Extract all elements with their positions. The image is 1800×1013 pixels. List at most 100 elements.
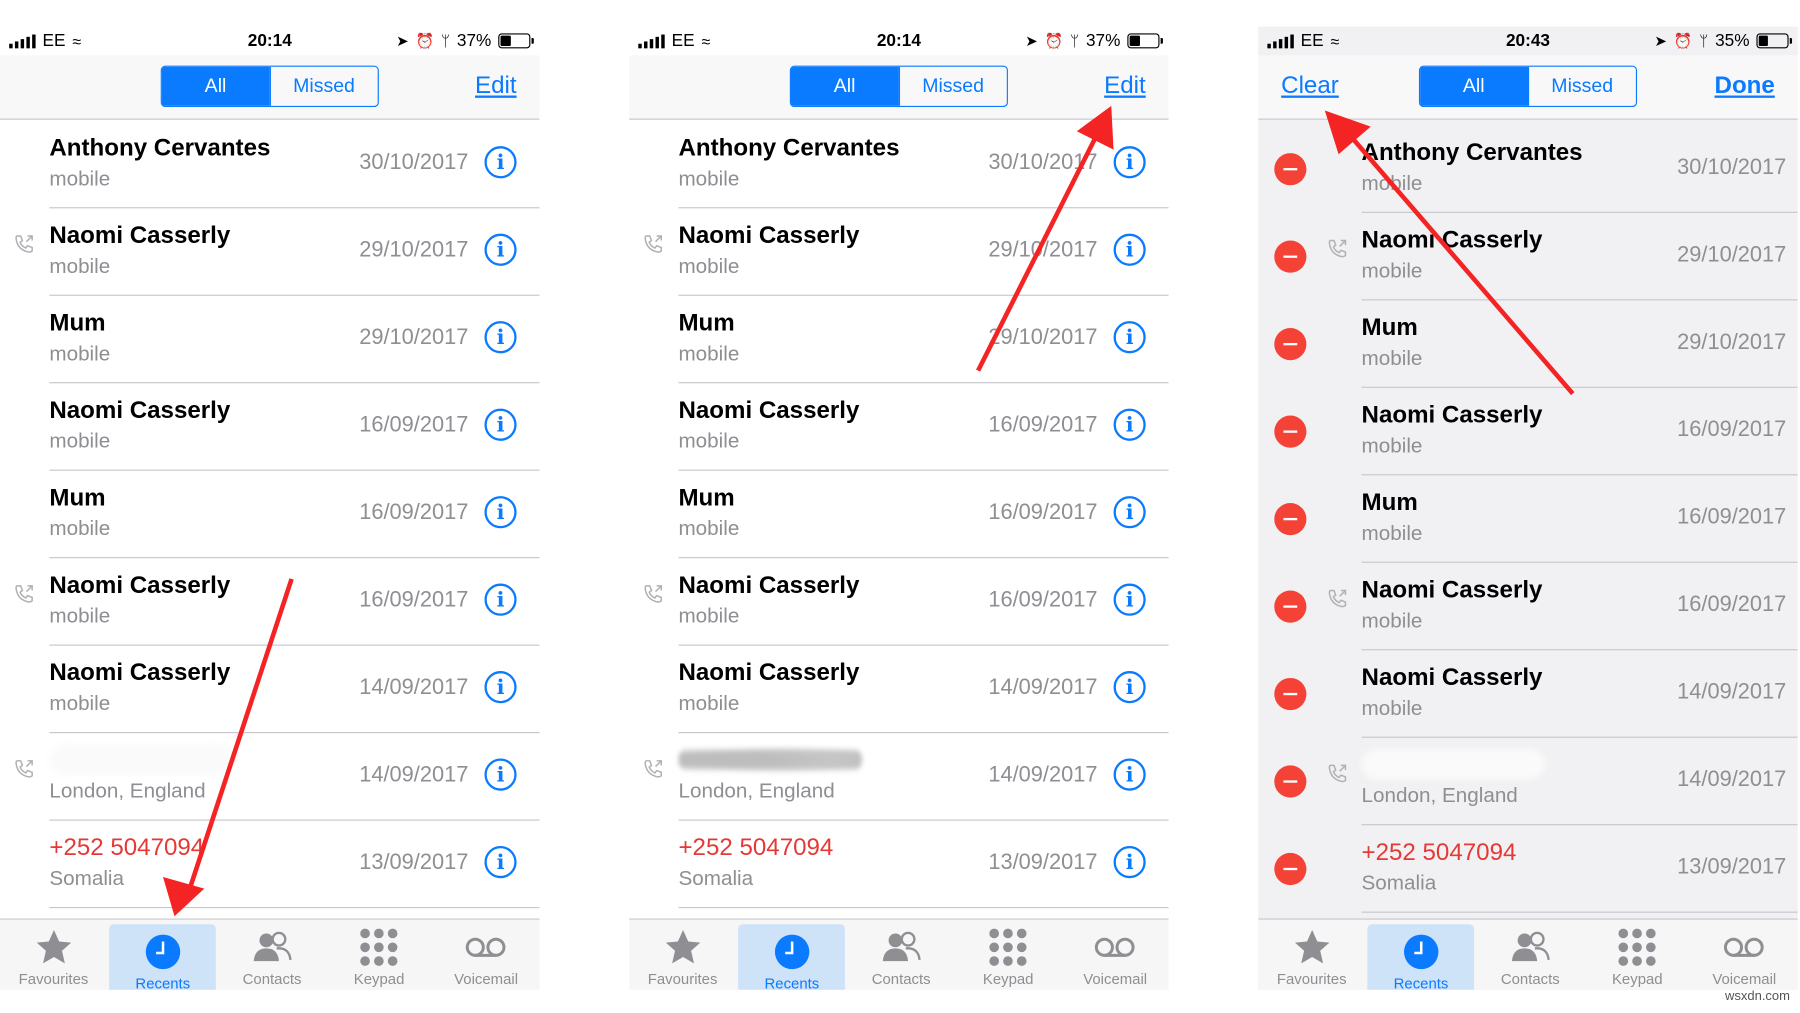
- tab-voicemail[interactable]: Voicemail: [1691, 920, 1798, 990]
- segment-all[interactable]: All: [790, 66, 899, 106]
- recent-call-row[interactable]: +252 5047094 Somalia 13/09/2017 i: [629, 821, 1169, 909]
- segment-missed[interactable]: Missed: [269, 66, 377, 106]
- info-icon[interactable]: i: [484, 671, 517, 704]
- recent-call-row[interactable]: Naomi Casserly mobile 14/09/2017 i: [0, 646, 540, 734]
- recent-call-row[interactable]: London, England 14/09/2017: [1258, 738, 1798, 826]
- recent-call-row[interactable]: Mum mobile 29/10/2017 i: [0, 296, 540, 384]
- recent-call-row[interactable]: Naomi Casserly mobile 16/09/2017 i: [629, 383, 1169, 471]
- info-icon[interactable]: i: [1113, 671, 1146, 704]
- info-icon[interactable]: i: [484, 146, 517, 179]
- delete-minus-icon[interactable]: [1274, 415, 1307, 448]
- recents-list: Anthony Cervantes mobile 30/10/2017 i Naomi …: [0, 121, 540, 909]
- location-icon: ➤: [396, 31, 409, 49]
- redacted-contact-name: [678, 744, 863, 775]
- info-icon[interactable]: i: [1113, 496, 1146, 529]
- recent-call-row[interactable]: Naomi Casserly mobile 16/09/2017: [1258, 388, 1798, 476]
- edit-button[interactable]: Edit: [1104, 73, 1146, 101]
- info-icon[interactable]: i: [484, 496, 517, 529]
- info-icon[interactable]: i: [1113, 146, 1146, 179]
- info-icon[interactable]: i: [1113, 583, 1146, 616]
- tab-keypad[interactable]: Keypad: [326, 920, 433, 990]
- outgoing-call-icon: [14, 234, 35, 255]
- tab-voicemail[interactable]: Voicemail: [433, 920, 540, 990]
- call-date: 30/10/2017: [988, 150, 1098, 175]
- recent-call-row[interactable]: Naomi Casserly mobile 29/10/2017: [1258, 213, 1798, 301]
- recent-call-row[interactable]: Mum mobile 29/10/2017: [1258, 300, 1798, 388]
- recent-call-row[interactable]: +252 5047094 Somalia 13/09/2017 i: [0, 821, 540, 909]
- call-date: 14/09/2017: [359, 763, 469, 788]
- recent-call-row[interactable]: Naomi Casserly mobile 14/09/2017 i: [629, 646, 1169, 734]
- delete-minus-icon[interactable]: [1274, 677, 1307, 711]
- info-icon[interactable]: i: [484, 233, 517, 266]
- recent-call-row[interactable]: London, England 14/09/2017 i: [629, 733, 1169, 821]
- info-icon[interactable]: i: [484, 408, 517, 441]
- tab-recents[interactable]: Recents: [1367, 924, 1475, 990]
- recent-call-row[interactable]: Naomi Casserly mobile 16/09/2017 i: [629, 558, 1169, 646]
- location-icon: ➤: [1025, 31, 1038, 49]
- recents-filter-segmented-control: All Missed: [1418, 65, 1638, 108]
- tab-contacts[interactable]: Contacts: [848, 920, 955, 990]
- recent-call-row[interactable]: Naomi Casserly mobile 29/10/2017 i: [629, 208, 1169, 296]
- tab-keypad[interactable]: Keypad: [955, 920, 1062, 990]
- recent-call-row[interactable]: +252 5047094 Somalia 13/09/2017: [1258, 825, 1798, 913]
- tab-contacts[interactable]: Contacts: [1477, 920, 1584, 990]
- recent-call-row[interactable]: London, England 14/09/2017 i: [0, 733, 540, 821]
- caller-name: Mum: [49, 309, 106, 337]
- delete-minus-icon[interactable]: [1274, 590, 1307, 623]
- tab-favourites[interactable]: Favourites: [0, 920, 107, 990]
- caller-label: mobile: [678, 429, 740, 453]
- tab-label: Favourites: [1276, 970, 1347, 988]
- alarm-icon: ⏰: [1044, 31, 1064, 49]
- segment-missed[interactable]: Missed: [898, 66, 1006, 106]
- delete-minus-icon[interactable]: [1274, 502, 1307, 536]
- info-icon[interactable]: i: [484, 758, 517, 791]
- info-icon[interactable]: i: [484, 321, 517, 354]
- caller-label: mobile: [678, 516, 740, 540]
- edit-button[interactable]: Edit: [475, 73, 517, 101]
- delete-minus-icon[interactable]: [1274, 328, 1307, 361]
- tab-favourites[interactable]: Favourites: [1258, 920, 1365, 990]
- caller-name: Naomi Casserly: [1361, 226, 1543, 254]
- info-icon[interactable]: i: [1113, 845, 1146, 879]
- info-icon[interactable]: i: [484, 583, 517, 616]
- watermark: wsxdn.com: [1724, 988, 1790, 1003]
- tab-contacts[interactable]: Contacts: [219, 920, 326, 990]
- tab-favourites[interactable]: Favourites: [629, 920, 736, 990]
- recent-call-row[interactable]: Mum mobile 29/10/2017 i: [629, 296, 1169, 384]
- info-icon[interactable]: i: [1113, 321, 1146, 354]
- recent-call-row[interactable]: Naomi Casserly mobile 16/09/2017: [1258, 563, 1798, 651]
- segment-all[interactable]: All: [161, 66, 270, 106]
- clear-button[interactable]: Clear: [1281, 73, 1339, 101]
- bluetooth-icon: ᛘ: [1070, 32, 1080, 50]
- delete-minus-icon[interactable]: [1274, 240, 1307, 273]
- done-button[interactable]: Done: [1715, 73, 1775, 101]
- recent-call-row[interactable]: Naomi Casserly mobile 29/10/2017 i: [0, 208, 540, 296]
- recent-call-row[interactable]: Anthony Cervantes mobile 30/10/2017: [1258, 125, 1798, 213]
- tab-voicemail[interactable]: Voicemail: [1062, 920, 1169, 990]
- caller-label: mobile: [1361, 608, 1423, 632]
- delete-minus-icon[interactable]: [1274, 852, 1307, 886]
- segment-missed[interactable]: Missed: [1527, 66, 1635, 106]
- recent-call-row[interactable]: Naomi Casserly mobile 16/09/2017 i: [0, 383, 540, 471]
- recent-call-row[interactable]: Naomi Casserly mobile 16/09/2017 i: [0, 558, 540, 646]
- delete-minus-icon[interactable]: [1274, 765, 1307, 798]
- call-date: 29/10/2017: [1677, 330, 1787, 355]
- recent-call-row[interactable]: Mum mobile 16/09/2017: [1258, 475, 1798, 563]
- recent-call-row[interactable]: Mum mobile 16/09/2017 i: [0, 471, 540, 559]
- info-icon[interactable]: i: [1113, 408, 1146, 441]
- tab-keypad[interactable]: Keypad: [1584, 920, 1691, 990]
- tab-recents[interactable]: Recents: [738, 924, 846, 990]
- caller-label: mobile: [1361, 433, 1423, 457]
- tab-recents[interactable]: Recents: [109, 924, 217, 990]
- info-icon[interactable]: i: [484, 845, 517, 879]
- info-icon[interactable]: i: [1113, 233, 1146, 266]
- delete-minus-icon[interactable]: [1274, 153, 1307, 186]
- recent-call-row[interactable]: Naomi Casserly mobile 14/09/2017: [1258, 650, 1798, 738]
- recent-call-row[interactable]: Anthony Cervantes mobile 30/10/2017 i: [0, 121, 540, 209]
- segment-all[interactable]: All: [1420, 66, 1528, 106]
- outgoing-call-icon: [1327, 238, 1348, 259]
- caller-label: mobile: [49, 691, 111, 715]
- recent-call-row[interactable]: Mum mobile 16/09/2017 i: [629, 471, 1169, 559]
- recent-call-row[interactable]: Anthony Cervantes mobile 30/10/2017 i: [629, 121, 1169, 209]
- info-icon[interactable]: i: [1113, 758, 1146, 791]
